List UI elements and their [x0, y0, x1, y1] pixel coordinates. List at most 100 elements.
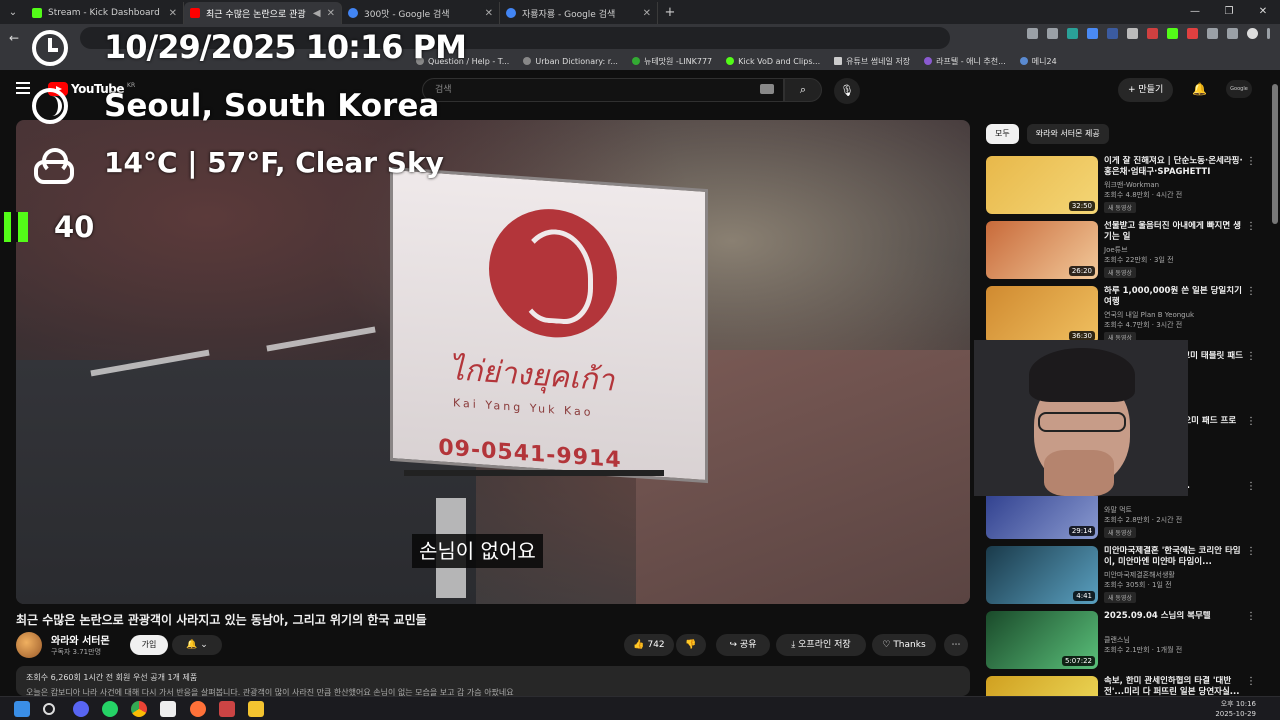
recommended-meta: 조회수 4.8만회 · 4시간 전 — [1104, 191, 1183, 199]
more-options-icon[interactable]: ⋮ — [1246, 676, 1256, 687]
search-button[interactable]: ⌕ — [784, 78, 822, 102]
close-tab-icon[interactable]: ✕ — [327, 8, 335, 19]
new-tab-button[interactable]: + — [658, 5, 682, 20]
more-actions-button[interactable]: ⋯ — [944, 634, 968, 656]
offline-save-button[interactable]: ⤓ 오프라인 저장 — [776, 634, 866, 656]
menu-dots-icon[interactable] — [1267, 28, 1270, 39]
tab-google-search-2[interactable]: 자룡자룡 - Google 검색 ✕ — [500, 2, 658, 24]
sign-thai-text: ไก่ย่างยุคเก้า — [449, 352, 615, 399]
tab-search-button[interactable]: ⌄ — [0, 0, 26, 24]
scrollbar-thumb[interactable] — [1272, 84, 1278, 224]
bookmark-item[interactable]: 메니24 — [1019, 56, 1057, 67]
like-button[interactable]: 👍 742 — [624, 634, 674, 656]
mute-tab-icon[interactable]: ◀ — [313, 8, 321, 19]
discord-icon[interactable] — [73, 701, 89, 717]
more-options-icon[interactable]: ⋮ — [1246, 221, 1256, 232]
search-input[interactable]: 검색 — [422, 78, 784, 102]
close-tab-icon[interactable]: ✕ — [643, 8, 651, 19]
video-caption: 손님이 없어요 — [412, 534, 543, 568]
more-options-icon[interactable]: ⋮ — [1246, 611, 1256, 622]
video-duration: 29:14 — [1068, 526, 1095, 536]
video-player[interactable]: ไก่ย่างยุคเก้า Kai Yang Yuk Kao 09-0541-… — [16, 120, 970, 604]
tab-youtube-video[interactable]: 최근 수많은 논란으로 관광 ◀ ✕ — [184, 2, 342, 24]
extension-icon[interactable] — [1147, 28, 1158, 39]
more-options-icon[interactable]: ⋮ — [1246, 351, 1256, 362]
channel-avatar[interactable] — [16, 632, 42, 658]
restore-button[interactable]: ❐ — [1212, 0, 1246, 24]
hamburger-menu-icon[interactable] — [16, 82, 30, 96]
install-icon[interactable] — [1027, 28, 1038, 39]
settings-icon[interactable] — [219, 701, 235, 717]
search-icon[interactable] — [43, 703, 55, 715]
share-button[interactable]: ↪ 공유 — [716, 634, 770, 656]
tab-kick-dashboard[interactable]: Stream - Kick Dashboard ✕ — [26, 2, 184, 24]
video-duration: 5:07:22 — [1062, 656, 1095, 666]
recommended-channel: 와말 먹트 — [1104, 506, 1132, 514]
more-options-icon[interactable]: ⋮ — [1246, 481, 1256, 492]
bookmark-item[interactable]: Urban Dictionary: r... — [523, 57, 618, 66]
page-scrollbar[interactable] — [1272, 72, 1279, 692]
close-window-button[interactable]: ✕ — [1246, 0, 1280, 24]
back-icon[interactable]: ← — [4, 31, 24, 45]
file-explorer-icon[interactable] — [248, 701, 264, 717]
windows-start-icon[interactable] — [14, 701, 30, 717]
recommended-video[interactable]: 36:30 하루 1,000,000원 쓴 일본 당일치기 여행 연국의 내일 Pl… — [986, 286, 1266, 346]
voice-search-button[interactable]: 🎙 — [834, 78, 860, 104]
join-button[interactable]: 가입 — [130, 635, 168, 655]
chip-all[interactable]: 모두 — [986, 124, 1019, 144]
minimize-button[interactable]: — — [1178, 0, 1212, 24]
chrome-icon[interactable] — [131, 701, 147, 717]
more-options-icon[interactable]: ⋮ — [1246, 546, 1256, 557]
keyboard-icon[interactable] — [760, 84, 774, 94]
create-button[interactable]: + 만들기 — [1118, 78, 1174, 102]
description-meta: 조회수 6,260회 1시간 전 회원 우선 공개 1개 제품 — [26, 673, 198, 682]
video-description[interactable]: 조회수 6,260회 1시간 전 회원 우선 공개 1개 제품 오늘은 캄보디아… — [16, 666, 970, 696]
close-tab-icon[interactable]: ✕ — [485, 8, 493, 19]
video-thumbnail[interactable]: 32:50 — [986, 156, 1098, 214]
recommended-video[interactable]: 26:20 선물받고 울음터진 아내에게 빠지면 생기는 일 Joe튜브 조회수 22… — [986, 221, 1266, 281]
more-options-icon[interactable]: ⋮ — [1246, 286, 1256, 297]
subscribe-notification-button[interactable]: 🔔 ⌄ — [172, 635, 222, 655]
more-options-icon[interactable]: ⋮ — [1246, 156, 1256, 167]
extension-icon[interactable] — [1067, 28, 1078, 39]
more-options-icon[interactable]: ⋮ — [1246, 416, 1256, 427]
cloud-icon — [32, 146, 74, 184]
extension-icon[interactable] — [1087, 28, 1098, 39]
video-thumbnail[interactable]: 36:30 — [986, 286, 1098, 344]
recommended-video[interactable]: 5:07:22 2025.09.04 스님의 복무텔 클랜스님 조회수 2.1만회 ·… — [986, 611, 1266, 671]
thanks-button[interactable]: ♡ Thanks — [872, 634, 936, 656]
firefox-icon[interactable] — [190, 701, 206, 717]
close-tab-icon[interactable]: ✕ — [169, 8, 177, 19]
video-thumbnail[interactable]: 4:41 — [986, 546, 1098, 604]
bookmark-item[interactable]: 뉴테맛원 -LINK777 — [631, 56, 712, 67]
notifications-bell-icon[interactable]: 🔔 — [1192, 82, 1207, 96]
extension-icon[interactable] — [1107, 28, 1118, 39]
video-thumbnail[interactable]: 26:20 — [986, 221, 1098, 279]
account-avatar[interactable]: Google — [1226, 80, 1252, 98]
capcut-icon[interactable] — [160, 701, 176, 717]
tab-google-search-1[interactable]: 300맛 - Google 검색 ✕ — [342, 2, 500, 24]
video-thumbnail[interactable]: 5:07:22 — [986, 611, 1098, 669]
subscriber-count: 구독자 3.71만명 — [51, 648, 102, 656]
whatsapp-icon[interactable] — [102, 701, 118, 717]
dislike-button[interactable]: 👎 — [676, 634, 706, 656]
playlist-icon[interactable] — [1227, 28, 1238, 39]
extension-icon[interactable] — [1187, 28, 1198, 39]
bookmark-item[interactable]: 유튜브 썸네일 저장 — [834, 56, 910, 67]
bookmark-favicon-icon — [924, 57, 933, 65]
extension-icon[interactable] — [1167, 28, 1178, 39]
like-count: 742 — [647, 640, 665, 650]
chip-channel[interactable]: 와라와 서터몬 제공 — [1026, 124, 1109, 144]
recommended-video[interactable]: 4:41 미안마국제결혼 '한국에는 코리안 타임이, 미안마엔 미얀마 타임이.… — [986, 546, 1266, 606]
system-tray-clock[interactable]: 오후 10:16 2025-10-29 — [1215, 699, 1256, 719]
recommended-title: 2025.09.04 스님의 복무텔 — [1104, 611, 1211, 621]
bookmark-item[interactable]: Kick VoD and Clips... — [726, 57, 820, 66]
puzzle-icon[interactable] — [1207, 28, 1218, 39]
profile-icon[interactable] — [1247, 28, 1258, 39]
bookmark-label: 유튜브 썸네일 저장 — [846, 56, 911, 66]
extension-icon[interactable] — [1127, 28, 1138, 39]
bookmark-item[interactable]: 라프텔 - 애니 추천... — [924, 56, 1006, 67]
recommended-video[interactable]: 32:50 이게 잘 진해져요 | 단순노동·온세라핑·홍은채·엄태구·SPAGH… — [986, 156, 1266, 216]
channel-name[interactable]: 와라와 서터몬 — [51, 632, 110, 647]
star-icon[interactable] — [1047, 28, 1058, 39]
